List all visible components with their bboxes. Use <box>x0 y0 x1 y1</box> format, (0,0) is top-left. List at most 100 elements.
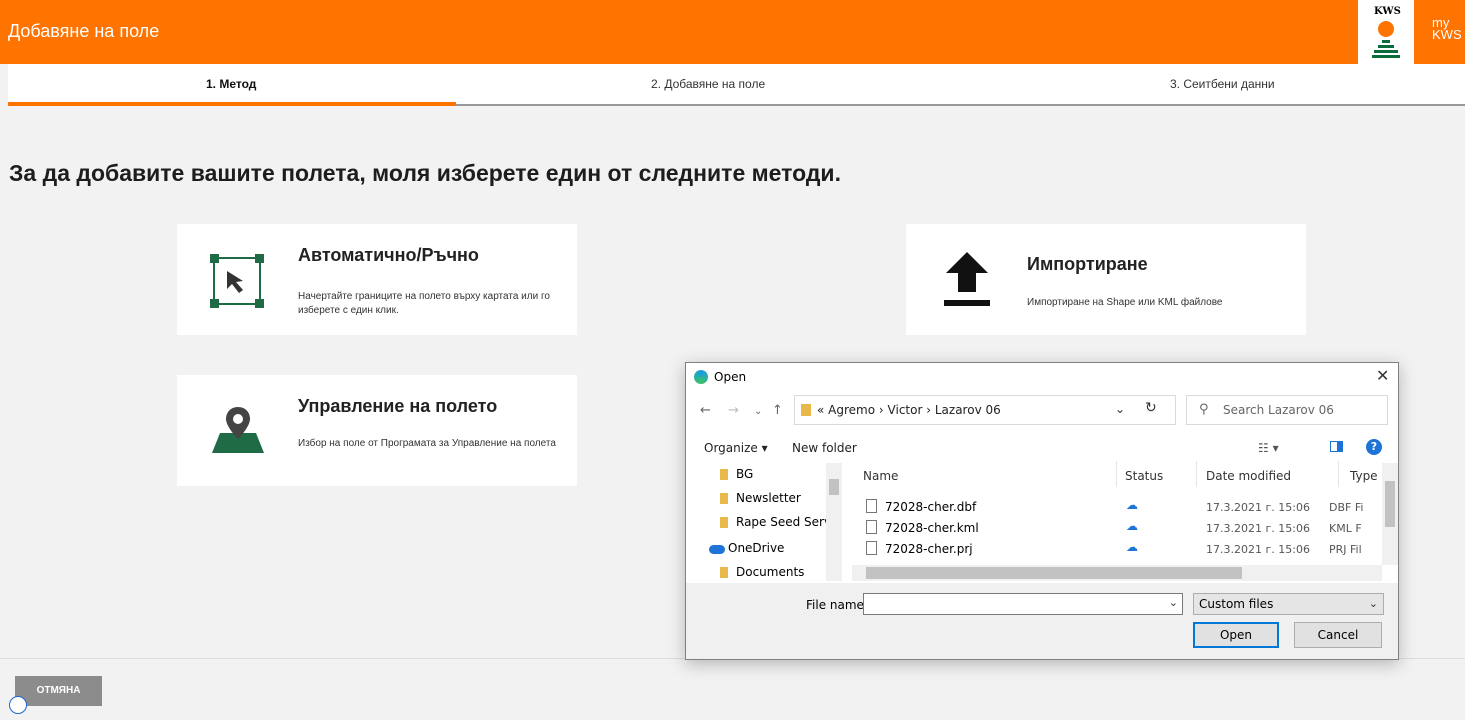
method-card-auto[interactable]: Автоматично/Ръчно Начертайте границите н… <box>177 224 577 335</box>
cloud-icon <box>709 545 725 554</box>
address-bar[interactable]: « Agremo › Victor › Lazarov 06 ⌄ ↻ <box>794 395 1176 425</box>
file-date: 17.3.2021 г. 15:06 <box>1206 501 1310 514</box>
folder-icon <box>720 567 728 578</box>
logo-stripe <box>1378 45 1394 48</box>
method-title-manage: Управление на полето <box>298 396 498 416</box>
file-date: 17.3.2021 г. 15:06 <box>1206 543 1310 556</box>
tree-item-bg[interactable]: BG <box>736 467 753 481</box>
help-icon[interactable]: ? <box>1366 439 1382 455</box>
column-separator <box>1338 461 1339 487</box>
method-desc-auto: Начертайте границите на полето върху кар… <box>298 291 550 316</box>
edge-browser-icon <box>694 370 708 384</box>
top-bar: Добавяне на поле <box>0 0 1465 64</box>
file-list-hscrollbar[interactable] <box>852 565 1382 581</box>
forward-arrow-icon[interactable]: → <box>728 403 739 418</box>
back-arrow-icon[interactable]: ← <box>700 403 711 418</box>
breadcrumb: « Agremo › Victor › Lazarov 06 <box>817 403 1001 417</box>
file-name-label: File name: <box>806 598 868 612</box>
search-icon: ⚲ <box>1199 402 1209 417</box>
search-box[interactable]: ⚲ Search Lazarov 06 <box>1186 395 1388 425</box>
folder-icon <box>801 404 811 416</box>
step-add-field[interactable]: 2. Добавяне на поле <box>651 77 765 91</box>
step-tabs: 1. Метод 2. Добавяне на поле 3. Сеитбени… <box>8 64 1465 106</box>
close-icon[interactable]: ✕ <box>1376 366 1389 385</box>
upload-icon <box>944 252 990 306</box>
step-sowing-data[interactable]: 3. Сеитбени данни <box>1170 77 1275 91</box>
tree-scrollbar[interactable] <box>826 463 842 581</box>
logo-stripe <box>1382 40 1390 43</box>
dialog-title: Open <box>714 370 747 384</box>
view-options-icon[interactable]: ☷ ▾ <box>1258 441 1279 455</box>
breadcrumb-victor[interactable]: Victor <box>888 403 923 417</box>
chevron-right-icon: › <box>878 403 888 417</box>
file-icon <box>866 499 877 513</box>
folder-icon <box>720 517 728 528</box>
folder-icon <box>720 469 728 480</box>
cancel-button[interactable]: ОТМЯНА <box>15 676 102 706</box>
open-button[interactable]: Open <box>1193 622 1279 648</box>
tree-item-rape-seed[interactable]: Rape Seed Servi <box>736 515 834 529</box>
open-file-dialog: Open ✕ ← → ⌄ ↑ « Agremo › Victor › Lazar… <box>685 362 1399 660</box>
refresh-icon[interactable]: ↻ <box>1145 400 1157 416</box>
method-desc-import: Импортиране на Shape или KML файлове <box>1027 297 1223 308</box>
map-pin-icon <box>212 407 264 453</box>
file-icon <box>866 541 877 555</box>
logo-stripe <box>1374 50 1398 53</box>
dialog-cancel-button[interactable]: Cancel <box>1294 622 1382 648</box>
new-folder-button[interactable]: New folder <box>792 441 857 455</box>
column-separator <box>1196 461 1197 487</box>
file-type: KML F <box>1329 522 1362 535</box>
file-name: 72028-cher.prj <box>885 542 973 556</box>
file-icon <box>866 520 877 534</box>
column-separator <box>1116 461 1117 487</box>
method-title-auto: Автоматично/Ръчно <box>298 245 479 265</box>
folder-icon <box>720 493 728 504</box>
cloud-icon: ☁ <box>1126 540 1138 554</box>
method-desc-manage: Избор на поле от Програмата за Управлени… <box>298 438 556 449</box>
recent-chevron-icon[interactable]: ⌄ <box>754 406 762 417</box>
shield-check-icon[interactable] <box>9 696 27 714</box>
active-step-indicator <box>8 102 456 106</box>
file-name: 72028-cher.kml <box>885 521 979 535</box>
cloud-icon: ☁ <box>1126 519 1138 533</box>
file-type-filter[interactable]: Custom files ⌄ <box>1193 593 1384 615</box>
logo-stripe <box>1372 55 1400 58</box>
breadcrumb-lazarov[interactable]: Lazarov 06 <box>935 403 1001 417</box>
step-method[interactable]: 1. Метод <box>206 77 256 91</box>
navigation-tree: BG Newsletter Rape Seed Servi OneDrive D… <box>694 463 839 581</box>
breadcrumb-agremo[interactable]: Agremo <box>828 403 875 417</box>
tree-item-onedrive[interactable]: OneDrive <box>728 541 784 555</box>
up-arrow-icon[interactable]: ↑ <box>772 403 783 418</box>
column-type[interactable]: Type <box>1350 469 1378 483</box>
file-list-vscroll-thumb[interactable] <box>1385 481 1395 527</box>
chevron-down-icon: ⌄ <box>1368 597 1378 610</box>
column-date-modified[interactable]: Date modified <box>1206 469 1291 483</box>
chevron-down-icon: ⌄ <box>1168 596 1178 609</box>
file-list-vscrollbar[interactable] <box>1382 463 1398 565</box>
organize-menu[interactable]: Organize ▾ <box>704 441 768 455</box>
tree-item-newsletter[interactable]: Newsletter <box>736 491 801 505</box>
method-card-import[interactable]: Импортиране Импортиране на Shape или KML… <box>906 224 1306 335</box>
file-name: 72028-cher.dbf <box>885 500 977 514</box>
select-area-icon <box>210 254 264 308</box>
column-name[interactable]: Name <box>863 469 898 483</box>
dialog-bottom-panel: File name: ⌄ Custom files ⌄ Open Cancel <box>686 583 1398 659</box>
method-card-manage[interactable]: Управление на полето Избор на поле от Пр… <box>177 375 577 486</box>
file-type: DBF Fi <box>1329 501 1364 514</box>
page-heading: За да добавите вашите полета, моля избер… <box>9 160 841 186</box>
file-list-hscroll-thumb[interactable] <box>866 567 1242 579</box>
column-status[interactable]: Status <box>1125 469 1163 483</box>
my-kws-link[interactable]: my KWS <box>1432 16 1462 41</box>
chevron-down-icon[interactable]: ⌄ <box>1115 402 1125 416</box>
search-placeholder: Search Lazarov 06 <box>1223 403 1334 417</box>
tree-scroll-thumb[interactable] <box>829 479 839 495</box>
tree-item-documents[interactable]: Documents <box>736 565 804 579</box>
kws-logo[interactable]: KWS <box>1358 0 1414 64</box>
file-type: PRJ Fil <box>1329 543 1362 556</box>
preview-pane-icon[interactable] <box>1330 441 1343 452</box>
file-name-dropdown[interactable]: ⌄ <box>863 593 1183 615</box>
breadcrumb-overflow[interactable]: « <box>817 403 824 417</box>
logo-text: KWS <box>1374 6 1401 17</box>
file-date: 17.3.2021 г. 15:06 <box>1206 522 1310 535</box>
logo-sun-icon <box>1378 21 1394 37</box>
